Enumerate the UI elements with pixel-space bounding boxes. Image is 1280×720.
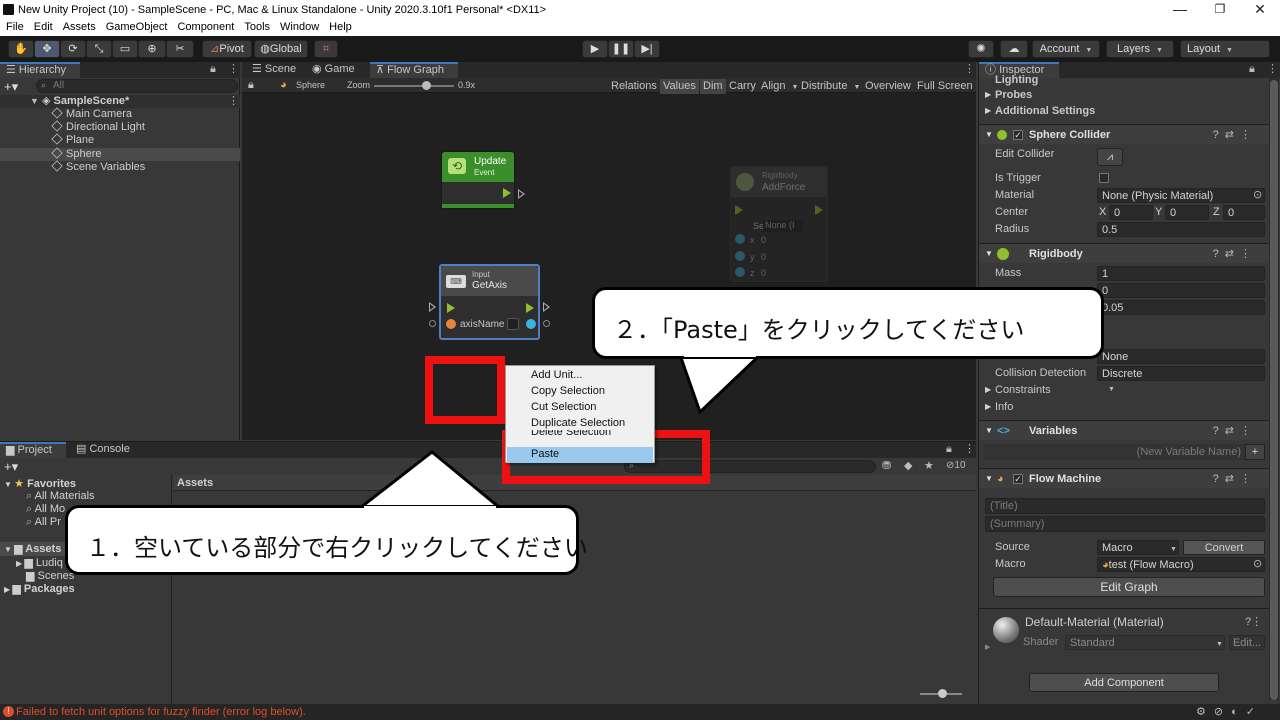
callout-step1: １．空いている部分で右クリックしてください: [65, 505, 588, 575]
callout-step2-pointer: [677, 353, 764, 415]
callout-step1-pointer: [355, 450, 505, 510]
callout-pointers: [355, 353, 764, 510]
callout-step2: ２．「Paste」をクリックしてください: [592, 287, 1104, 359]
callout-step1-joint: [364, 506, 496, 510]
callout-step1-text: １．空いている部分で右クリックしてください: [86, 534, 588, 562]
callout-step2-text: ２．「Paste」をクリックしてください: [613, 316, 1025, 344]
callout-step2-joint: [684, 353, 756, 357]
